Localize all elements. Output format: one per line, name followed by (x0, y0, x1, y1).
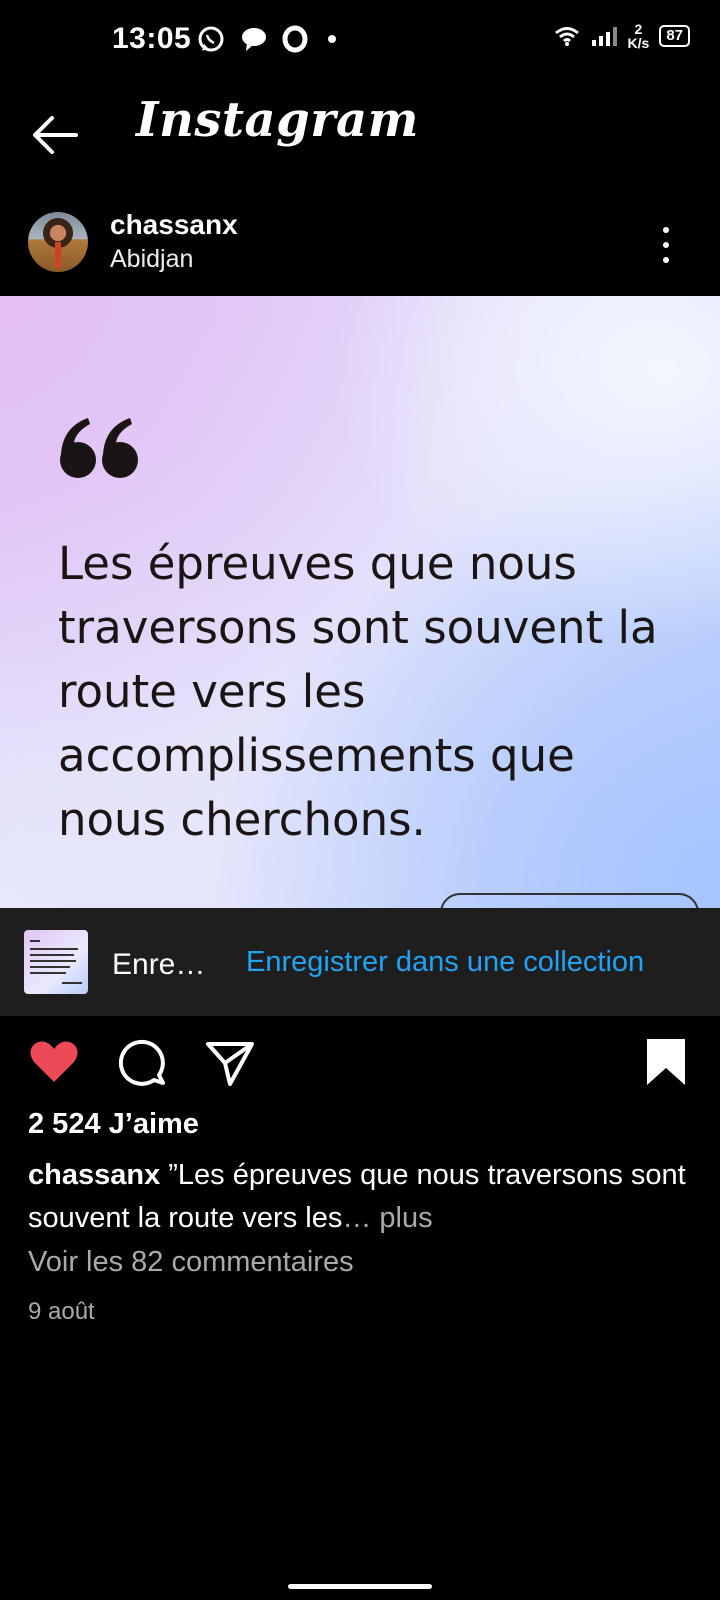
saved-label: Enre… (112, 948, 206, 981)
post-actions (0, 1036, 720, 1096)
view-comments-link[interactable]: Voir les 82 commentaires (28, 1246, 354, 1279)
post-header: chassanx Abidjan (0, 205, 720, 295)
avatar[interactable] (28, 212, 88, 272)
post-image[interactable]: Les épreuves que nous traversons sont so… (0, 296, 720, 908)
caption-more-link[interactable]: … plus (342, 1202, 432, 1234)
quote-icon (60, 418, 138, 478)
like-count[interactable]: 2 524 J’aime (28, 1108, 199, 1141)
post-date: 9 août (28, 1298, 95, 1325)
post-location[interactable]: Abidjan (110, 245, 193, 274)
caption-username[interactable]: chassanx (28, 1159, 160, 1191)
wifi-icon (554, 27, 579, 46)
network-speed: 2 K/s (628, 22, 650, 50)
battery-level: 87 (666, 27, 683, 44)
signal-icon (591, 27, 617, 46)
system-icons: 2 K/s 87 (554, 22, 690, 50)
heart-filled-icon[interactable] (28, 1036, 80, 1088)
comment-icon[interactable] (116, 1036, 168, 1088)
save-collection-banner: Enre… Enregistrer dans une collection (0, 908, 720, 1016)
arrow-left-icon[interactable] (30, 112, 80, 158)
home-indicator[interactable] (288, 1584, 432, 1589)
post-pill (440, 893, 699, 908)
post-thumbnail (24, 930, 88, 994)
dot-icon (328, 35, 336, 43)
chat-bubble-icon (242, 28, 266, 51)
top-bar: Instagram (0, 90, 720, 180)
save-to-collection-link[interactable]: Enregistrer dans une collection (246, 946, 644, 979)
post-caption[interactable]: chassanx ”Les épreuves que nous traverso… (28, 1154, 692, 1240)
quote-text: Les épreuves que nous traversons sont so… (58, 537, 658, 846)
status-time: 13:05 (112, 22, 192, 55)
whatsapp-icon (198, 26, 224, 52)
opera-icon (282, 25, 308, 53)
status-bar: 13:05 2 K/s 87 (0, 0, 720, 80)
bookmark-filled-icon[interactable] (640, 1036, 692, 1088)
battery-icon: 87 (659, 25, 690, 47)
post-username[interactable]: chassanx (110, 209, 238, 241)
more-vertical-icon[interactable] (662, 227, 670, 263)
send-icon[interactable] (204, 1036, 256, 1088)
app-title: Instagram (136, 92, 419, 148)
network-speed-value: 2 (634, 21, 643, 37)
network-speed-unit: K/s (627, 35, 650, 51)
notification-icons (196, 24, 342, 54)
